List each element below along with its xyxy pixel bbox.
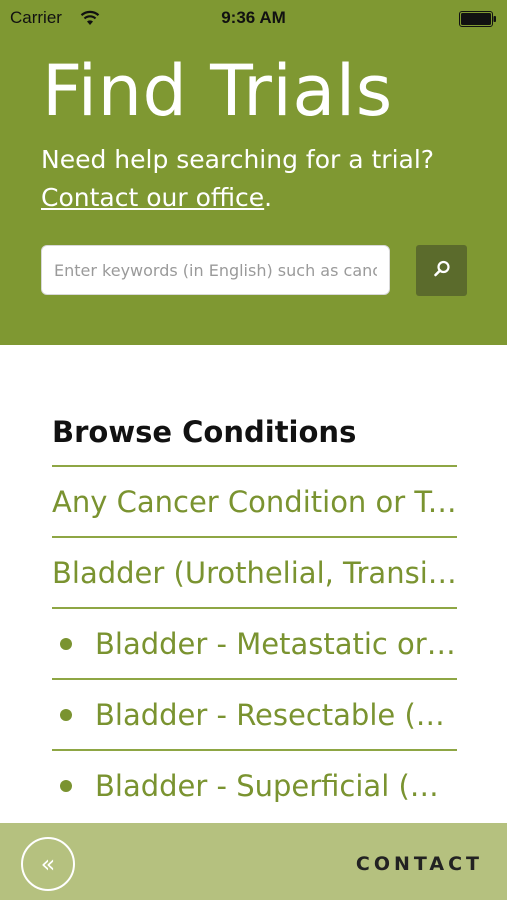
list-item-label: Bladder - Resectable (Muscle-Invasive) [95,697,457,732]
back-button[interactable]: « [21,837,75,891]
contact-suffix: . [264,183,273,212]
contact-button[interactable]: CONTACT [356,853,483,875]
list-item-bladder-resectable[interactable]: Bladder - Resectable (Muscle-Invasive) [52,678,457,749]
status-bar: Carrier 9:36 AM [0,0,507,40]
search-input[interactable] [41,245,390,295]
bullet-icon [60,637,72,650]
list-item-label: Any Cancer Condition or Type [52,484,457,519]
subtitle-line: Need help searching for a trial? [41,145,435,174]
hero-subtitle: Need help searching for a trial? Contact… [41,141,434,217]
battery-icon [459,11,497,27]
bullet-icon [60,779,72,792]
bullet-icon [60,708,72,721]
list-item-label: Bladder - Superficial (Non-Muscle-Invasi… [95,768,457,803]
contact-line: Contact our office. [41,179,434,217]
double-chevron-left-icon: « [40,850,56,878]
contact-office-link[interactable]: Contact our office [41,183,264,212]
list-item-bladder-superficial[interactable]: Bladder - Superficial (Non-Muscle-Invasi… [52,749,457,820]
list-item-any-cancer[interactable]: Any Cancer Condition or Type [52,465,457,536]
list-item-bladder[interactable]: Bladder (Urothelial, Transitional Cell) [52,536,457,607]
search-button[interactable] [416,245,467,296]
browse-conditions-heading: Browse Conditions [52,415,357,449]
list-item-label: Bladder - Metastatic or Unresectable [95,626,457,661]
list-item-bladder-metastatic[interactable]: Bladder - Metastatic or Unresectable [52,607,457,678]
page-title: Find Trials [42,50,393,132]
search-icon [432,259,452,282]
hero-banner: Carrier 9:36 AM Find Trials Need help se… [0,0,507,345]
browse-conditions-list: Any Cancer Condition or Type Bladder (Ur… [52,465,457,820]
footer-bar: « CONTACT [0,823,507,900]
list-item-label: Bladder (Urothelial, Transitional Cell) [52,555,457,590]
status-time: 9:36 AM [221,8,286,27]
